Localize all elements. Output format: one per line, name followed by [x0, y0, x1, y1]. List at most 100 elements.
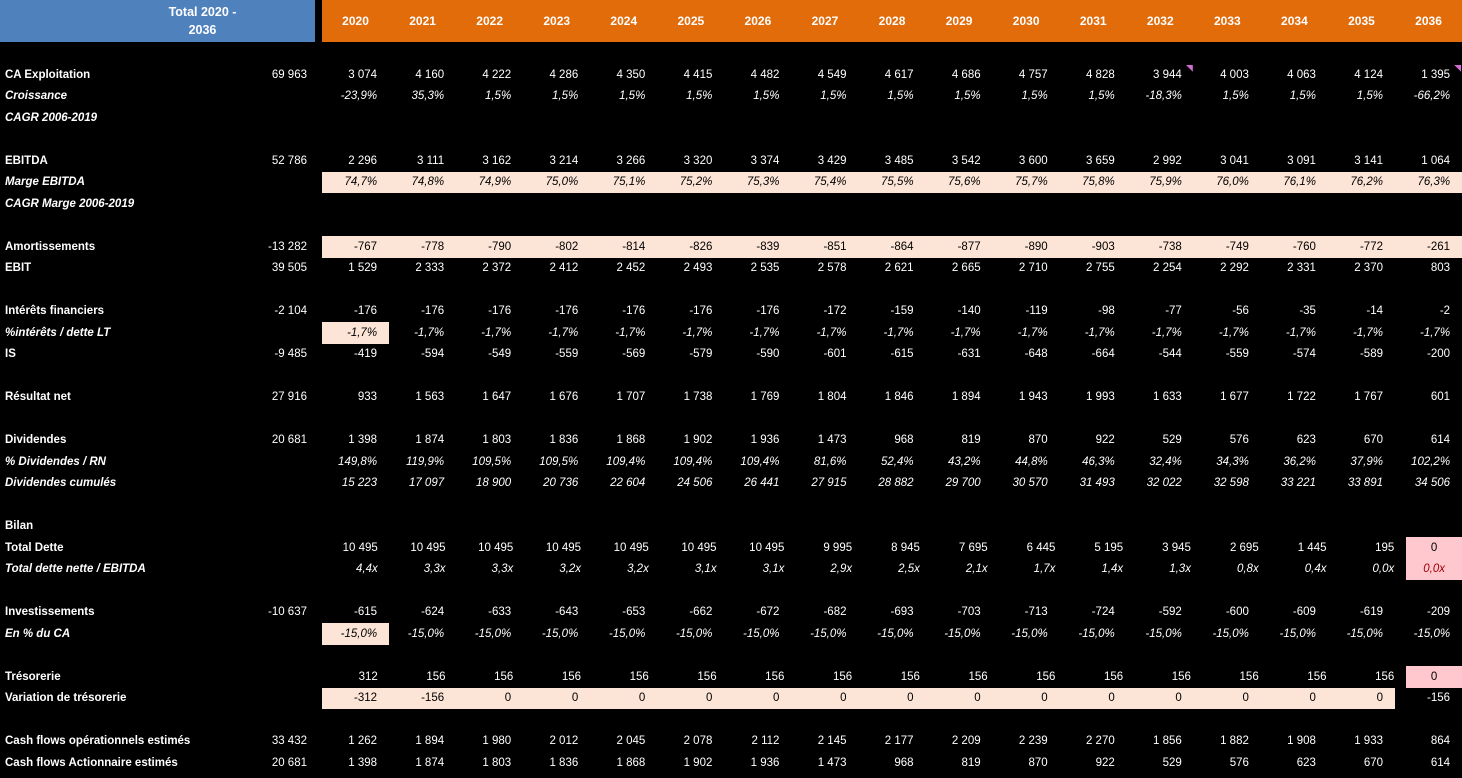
cell-cf-actionnaire-2025[interactable]: 1 902 — [657, 752, 724, 774]
cell-cagr-marge-2006-2019-2029[interactable] — [926, 193, 993, 215]
cell-interets-financiers-2026[interactable]: -176 — [724, 301, 791, 323]
cell-ca-exploitation-2031[interactable]: 4 828 — [1060, 64, 1127, 86]
cell-cagr-marge-2006-2019-2025[interactable] — [657, 193, 724, 215]
cell-pct-interets-dette-lt-2024[interactable]: -1,7% — [590, 322, 657, 344]
cell-cagr-2006-2019-2030[interactable] — [993, 107, 1060, 129]
cell-total-dette-nette-ebitda-2021[interactable]: 3,3x — [390, 559, 458, 581]
cell-cagr-marge-2006-2019-2021[interactable] — [389, 193, 456, 215]
cell-croissance-2024[interactable]: 1,5% — [590, 86, 657, 108]
cell-croissance-2027[interactable]: 1,5% — [791, 86, 858, 108]
cell-tresorerie-2025[interactable]: 156 — [661, 666, 729, 688]
cell-investissements-2031[interactable]: -724 — [1060, 602, 1127, 624]
cell-cf-operationnels-2035[interactable]: 1 933 — [1328, 731, 1395, 753]
cell-ebitda-2028[interactable]: 3 485 — [859, 150, 926, 172]
cell-pct-interets-dette-lt-2035[interactable]: -1,7% — [1328, 322, 1395, 344]
cell-interets-financiers-2028[interactable]: -159 — [859, 301, 926, 323]
cell-variation-de-tresorerie-2032[interactable]: 0 — [1127, 688, 1194, 710]
cell-variation-de-tresorerie-2024[interactable]: 0 — [590, 688, 657, 710]
cell-resultat-net-2025[interactable]: 1 738 — [657, 387, 724, 409]
cell-ebit-2020[interactable]: 1 529 — [322, 258, 389, 280]
cell-cf-operationnels-2032[interactable]: 1 856 — [1127, 731, 1194, 753]
cell-pct-interets-dette-lt-2036[interactable]: -1,7% — [1395, 322, 1462, 344]
cell-ebit-2023[interactable]: 2 412 — [523, 258, 590, 280]
header-year-2036[interactable]: 2036 — [1395, 0, 1462, 42]
cell-ebitda-2024[interactable]: 3 266 — [590, 150, 657, 172]
cell-en-pct-du-ca-2030[interactable]: -15,0% — [993, 623, 1060, 645]
cell-cagr-2006-2019-2022[interactable] — [456, 107, 523, 129]
total-cell-pct-interets-dette-lt[interactable] — [200, 322, 315, 344]
cell-pct-interets-dette-lt-2034[interactable]: -1,7% — [1261, 322, 1328, 344]
cell-dividendes-2023[interactable]: 1 836 — [523, 430, 590, 452]
cell-ca-exploitation-2027[interactable]: 4 549 — [791, 64, 858, 86]
cell-ca-exploitation-2024[interactable]: 4 350 — [590, 64, 657, 86]
header-year-2031[interactable]: 2031 — [1060, 0, 1127, 42]
cell-dividendes-2033[interactable]: 576 — [1194, 430, 1261, 452]
cell-cagr-marge-2006-2019-2022[interactable] — [456, 193, 523, 215]
cell-is-2021[interactable]: -594 — [389, 344, 456, 366]
cell-cf-actionnaire-2023[interactable]: 1 836 — [523, 752, 590, 774]
cell-dividendes-cumules-2032[interactable]: 32 022 — [1127, 473, 1194, 495]
cell-dividendes-cumules-2027[interactable]: 27 915 — [791, 473, 858, 495]
cell-pct-dividendes-rn-2028[interactable]: 52,4% — [859, 451, 926, 473]
cell-cf-operationnels-2020[interactable]: 1 262 — [322, 731, 389, 753]
header-year-2033[interactable]: 2033 — [1194, 0, 1261, 42]
cell-en-pct-du-ca-2031[interactable]: -15,0% — [1060, 623, 1127, 645]
cell-tresorerie-2035[interactable]: 156 — [1338, 666, 1406, 688]
cell-tresorerie-2023[interactable]: 156 — [525, 666, 593, 688]
cell-dividendes-2030[interactable]: 870 — [993, 430, 1060, 452]
cell-pct-dividendes-rn-2031[interactable]: 46,3% — [1060, 451, 1127, 473]
cell-pct-dividendes-rn-2029[interactable]: 43,2% — [926, 451, 993, 473]
cell-cagr-2006-2019-2033[interactable] — [1194, 107, 1261, 129]
cell-croissance-2033[interactable]: 1,5% — [1194, 86, 1261, 108]
cell-total-dette-nette-ebitda-2035[interactable]: 0,0x — [1338, 559, 1406, 581]
cell-total-dette-nette-ebitda-2027[interactable]: 2,9x — [796, 559, 864, 581]
cell-ca-exploitation-2034[interactable]: 4 063 — [1261, 64, 1328, 86]
cell-cagr-marge-2006-2019-2034[interactable] — [1261, 193, 1328, 215]
header-year-2029[interactable]: 2029 — [926, 0, 993, 42]
cell-en-pct-du-ca-2022[interactable]: -15,0% — [456, 623, 523, 645]
cell-investissements-2026[interactable]: -672 — [724, 602, 791, 624]
cell-variation-de-tresorerie-2027[interactable]: 0 — [791, 688, 858, 710]
cell-pct-interets-dette-lt-2022[interactable]: -1,7% — [456, 322, 523, 344]
cell-en-pct-du-ca-2032[interactable]: -15,0% — [1127, 623, 1194, 645]
cell-dividendes-2031[interactable]: 922 — [1060, 430, 1127, 452]
header-year-2035[interactable]: 2035 — [1328, 0, 1395, 42]
cell-total-dette-nette-ebitda-2029[interactable]: 2,1x — [932, 559, 1000, 581]
cell-en-pct-du-ca-2029[interactable]: -15,0% — [926, 623, 993, 645]
cell-ebitda-2026[interactable]: 3 374 — [724, 150, 791, 172]
header-year-2026[interactable]: 2026 — [724, 0, 791, 42]
cell-ebitda-2022[interactable]: 3 162 — [456, 150, 523, 172]
cell-bilan-2029[interactable] — [926, 516, 993, 538]
cell-tresorerie-2036[interactable]: 0 — [1406, 666, 1462, 688]
cell-croissance-2020[interactable]: -23,9% — [322, 86, 389, 108]
cell-ebit-2030[interactable]: 2 710 — [993, 258, 1060, 280]
total-cell-dividendes[interactable]: 20 681 — [200, 430, 315, 452]
cell-cagr-marge-2006-2019-2036[interactable] — [1395, 193, 1462, 215]
header-year-2020[interactable]: 2020 — [322, 0, 389, 42]
cell-amortissements-2034[interactable]: -760 — [1261, 236, 1328, 258]
cell-en-pct-du-ca-2033[interactable]: -15,0% — [1194, 623, 1261, 645]
total-cell-bilan[interactable] — [200, 516, 315, 538]
cell-total-dette-2035[interactable]: 195 — [1338, 537, 1406, 559]
row-label-cf-operationnels[interactable]: Cash flows opérationnels estimés — [0, 731, 200, 753]
cell-cagr-2006-2019-2021[interactable] — [389, 107, 456, 129]
cell-investissements-2034[interactable]: -609 — [1261, 602, 1328, 624]
cell-croissance-2035[interactable]: 1,5% — [1328, 86, 1395, 108]
cell-is-2022[interactable]: -549 — [456, 344, 523, 366]
cell-marge-ebitda-2021[interactable]: 74,8% — [389, 172, 456, 194]
cell-cf-operationnels-2036[interactable]: 864 — [1395, 731, 1462, 753]
cell-total-dette-2022[interactable]: 10 495 — [458, 537, 526, 559]
cell-amortissements-2024[interactable]: -814 — [590, 236, 657, 258]
cell-pct-dividendes-rn-2025[interactable]: 109,4% — [657, 451, 724, 473]
cell-ca-exploitation-2033[interactable]: 4 003 — [1194, 64, 1261, 86]
cell-croissance-2030[interactable]: 1,5% — [993, 86, 1060, 108]
cell-bilan-2028[interactable] — [859, 516, 926, 538]
cell-pct-interets-dette-lt-2029[interactable]: -1,7% — [926, 322, 993, 344]
cell-cf-actionnaire-2032[interactable]: 529 — [1127, 752, 1194, 774]
cell-total-dette-2032[interactable]: 3 945 — [1135, 537, 1203, 559]
cell-dividendes-cumules-2020[interactable]: 15 223 — [322, 473, 389, 495]
cell-amortissements-2036[interactable]: -261 — [1395, 236, 1462, 258]
cell-amortissements-2021[interactable]: -778 — [389, 236, 456, 258]
cell-en-pct-du-ca-2026[interactable]: -15,0% — [724, 623, 791, 645]
cell-tresorerie-2020[interactable]: 312 — [322, 666, 390, 688]
